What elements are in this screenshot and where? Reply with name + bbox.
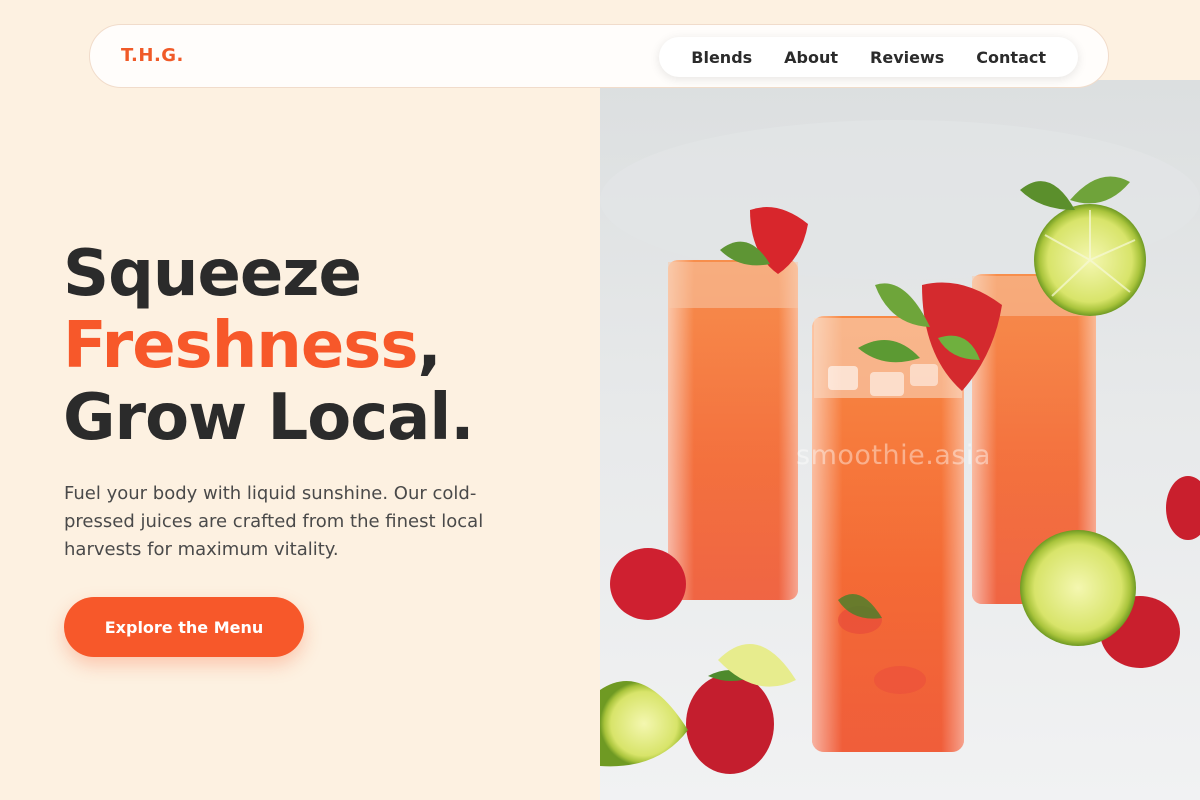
hero-image: smoothie.asia bbox=[600, 80, 1200, 800]
glass-left bbox=[668, 260, 798, 600]
headline-line-3: Grow Local. bbox=[63, 381, 475, 455]
headline-line-1: Squeeze bbox=[63, 237, 362, 311]
image-watermark: smoothie.asia bbox=[796, 440, 991, 471]
explore-menu-button[interactable]: Explore the Menu bbox=[64, 597, 304, 657]
nav-link-about[interactable]: About bbox=[768, 48, 854, 67]
hero-description: Fuel your body with liquid sunshine. Our… bbox=[64, 483, 484, 560]
nav-link-blends[interactable]: Blends bbox=[675, 48, 768, 67]
headline-comma: , bbox=[417, 309, 441, 383]
strawberry-left bbox=[610, 548, 686, 620]
nav-link-reviews[interactable]: Reviews bbox=[854, 48, 960, 67]
nav-link-contact[interactable]: Contact bbox=[960, 48, 1062, 67]
top-navbar: T.H.G. Blends About Reviews Contact bbox=[89, 24, 1109, 88]
nav-links-pill: Blends About Reviews Contact bbox=[659, 37, 1078, 77]
glass-center bbox=[812, 316, 964, 752]
strawberry-front bbox=[686, 674, 774, 774]
hero-headline: Squeeze Freshness, Grow Local. bbox=[63, 237, 475, 455]
headline-accent-word: Freshness bbox=[63, 309, 418, 383]
lime-slice-right bbox=[1020, 530, 1136, 646]
brand-logo[interactable]: T.H.G. bbox=[121, 45, 184, 66]
